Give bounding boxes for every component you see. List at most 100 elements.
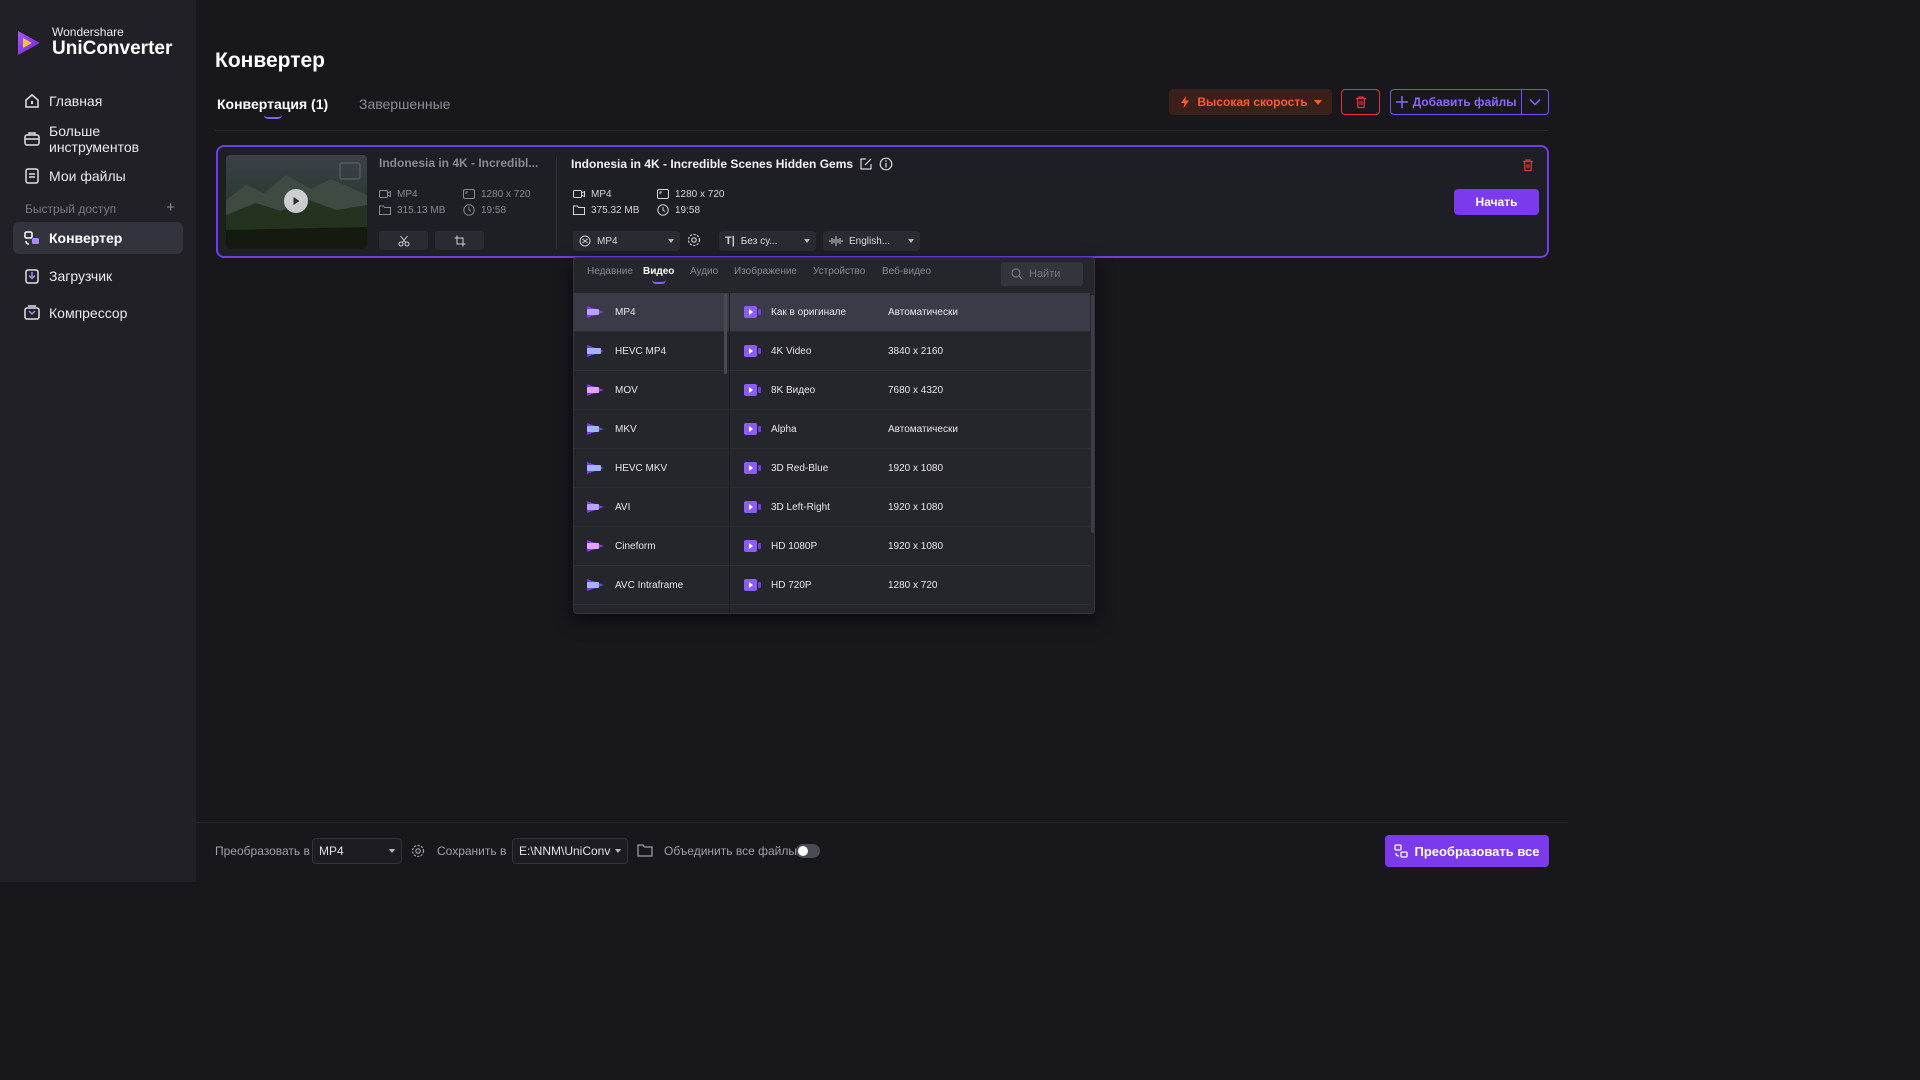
- trash-icon: [1355, 96, 1366, 109]
- output-resolution-value: 1280 x 720: [675, 188, 725, 200]
- output-file-name: Indonesia in 4K - Incredible Scenes Hidd…: [571, 157, 854, 171]
- format-item-mp4[interactable]: MP4: [574, 293, 729, 332]
- preset-resolution: 1920 x 1080: [888, 540, 944, 552]
- sidebar-item-compressor[interactable]: Компрессор: [13, 297, 183, 329]
- play-icon: [293, 197, 300, 205]
- format-tab-video[interactable]: Видео: [643, 266, 674, 277]
- start-button[interactable]: Начать: [1454, 189, 1539, 215]
- subtitle-select-value: Без су...: [740, 235, 778, 247]
- header-divider: [215, 130, 1548, 131]
- format-tab-device[interactable]: Устройство: [813, 266, 865, 277]
- delete-all-button[interactable]: [1341, 89, 1380, 115]
- tab-finished[interactable]: Завершенные: [359, 96, 450, 112]
- remove-file-button[interactable]: [1521, 158, 1535, 177]
- format-item-mov[interactable]: MOV: [574, 371, 729, 410]
- add-files-label: Добавить файлы: [1412, 95, 1517, 109]
- format-item-label: Cineform: [615, 540, 656, 552]
- sidebar-item-converter[interactable]: Конвертер: [13, 222, 183, 254]
- add-files-button[interactable]: Добавить файлы: [1391, 90, 1522, 114]
- preset-item[interactable]: 8K Видео 7680 x 4320: [730, 371, 1090, 410]
- preset-list-scrollbar[interactable]: [1091, 295, 1094, 533]
- output-duration: 19:58: [657, 204, 700, 216]
- save-to-value: E:\NNM\UniConve: [519, 844, 611, 858]
- file-card: Indonesia in 4K - Incredibl... MP4 1280 …: [216, 145, 1549, 258]
- format-item-avc-intraframe[interactable]: AVC Intraframe: [574, 566, 729, 605]
- preset-item[interactable]: 4K Video 3840 x 2160: [730, 332, 1090, 371]
- add-files-dropdown-button[interactable]: [1522, 90, 1548, 114]
- format-search-input[interactable]: Найти: [1001, 262, 1083, 286]
- audio-wave-icon: [829, 236, 843, 246]
- mov-format-icon: [587, 384, 604, 396]
- format-item-label: HEVC MKV: [615, 462, 668, 474]
- save-to-select[interactable]: E:\NNM\UniConve: [512, 838, 628, 864]
- preset-item[interactable]: Как в оригинале Автоматически: [730, 293, 1090, 332]
- output-size: 375.32 MB: [573, 204, 639, 216]
- preset-resolution: Автоматически: [888, 423, 958, 435]
- high-speed-button[interactable]: Высокая скорость: [1169, 89, 1332, 115]
- convert-to-select[interactable]: MP4: [312, 838, 402, 864]
- format-tab-audio[interactable]: Аудио: [690, 266, 718, 277]
- video-camera-icon: [573, 190, 585, 198]
- format-item-hevc-mkv[interactable]: HEVC MKV: [574, 449, 729, 488]
- sidebar-item-home[interactable]: Главная: [13, 85, 183, 117]
- video-preset-icon: [744, 540, 761, 552]
- format-tab-recent[interactable]: Недавние: [587, 266, 633, 277]
- home-icon: [25, 94, 39, 108]
- sidebar-item-label: Загрузчик: [49, 268, 113, 284]
- tab-converting[interactable]: Конвертация (1): [217, 96, 328, 112]
- open-folder-icon[interactable]: [637, 843, 653, 862]
- convert-all-button[interactable]: Преобразовать все: [1385, 835, 1549, 867]
- preset-item[interactable]: 3D Left-Right 1920 x 1080: [730, 488, 1090, 527]
- settings-gear-icon[interactable]: [687, 233, 701, 252]
- format-item-label: AVI: [615, 501, 631, 513]
- format-tab-image[interactable]: Изображение: [734, 266, 797, 277]
- sidebar-item-label: Главная: [49, 93, 103, 109]
- video-thumbnail[interactable]: [226, 155, 367, 249]
- audio-track-select[interactable]: English...: [823, 231, 920, 251]
- preset-item[interactable]: Alpha Автоматически: [730, 410, 1090, 449]
- avi-format-icon: [587, 501, 604, 513]
- merge-files-toggle[interactable]: [796, 844, 820, 858]
- play-button[interactable]: [284, 189, 308, 213]
- format-list-scrollbar[interactable]: [724, 294, 727, 374]
- main-area: Конвертер Конвертация (1) Завершенные Вы…: [196, 0, 1568, 882]
- preset-item[interactable]: 3D Red-Blue 1920 x 1080: [730, 449, 1090, 488]
- output-settings-icon[interactable]: [411, 844, 425, 863]
- toolbox-icon: [24, 132, 40, 146]
- preset-label: 3D Left-Right: [771, 501, 830, 513]
- info-icon[interactable]: [879, 157, 893, 171]
- trim-button[interactable]: [379, 231, 428, 250]
- format-item-avi[interactable]: AVI: [574, 488, 729, 527]
- format-item-hevc-mp4[interactable]: HEVC MP4: [574, 332, 729, 371]
- output-format-value: MP4: [591, 188, 612, 200]
- preset-item[interactable]: HD 1080P 1920 x 1080: [730, 527, 1090, 566]
- format-tab-web-video[interactable]: Веб-видео: [882, 266, 931, 277]
- sidebar-item-my-files[interactable]: Мои файлы: [13, 160, 183, 192]
- sidebar: Wondershare UniConverter Главная Больше …: [0, 0, 196, 882]
- chevron-down-icon: [1529, 98, 1541, 106]
- save-to-label: Сохранить в: [437, 844, 507, 858]
- subtitle-select[interactable]: T| Без су...: [719, 231, 816, 251]
- format-item-mkv[interactable]: MKV: [574, 410, 729, 449]
- video-preset-icon: [744, 501, 761, 513]
- output-resolution: 1280 x 720: [657, 188, 725, 200]
- crop-button[interactable]: [435, 231, 484, 250]
- format-item-label: MKV: [615, 423, 637, 435]
- sidebar-item-label: Конвертер: [49, 230, 123, 246]
- converter-icon: [1394, 844, 1409, 858]
- format-item-cineform[interactable]: Cineform: [574, 527, 729, 566]
- sidebar-item-downloader[interactable]: Загрузчик: [13, 260, 183, 292]
- quick-access-add-button[interactable]: +: [166, 200, 175, 216]
- sidebar-item-more-tools[interactable]: Больше инструментов: [13, 123, 183, 155]
- crop-icon: [454, 235, 465, 246]
- source-format: MP4: [379, 188, 418, 200]
- output-format-select-value: MP4: [597, 235, 618, 247]
- source-file-name: Indonesia in 4K - Incredibl...: [379, 156, 539, 170]
- source-resolution: 1280 x 720: [463, 188, 531, 200]
- format-item-label: HEVC MP4: [615, 345, 667, 357]
- merge-files-label: Объединить все файлы: [664, 844, 797, 858]
- preset-item[interactable]: HD 720P 1280 x 720: [730, 566, 1090, 605]
- format-list: MP4 HEVC MP4 MOV MKV HEVC MKV AVI Cinefo…: [574, 293, 729, 613]
- edit-icon[interactable]: [859, 157, 873, 171]
- output-format-select[interactable]: MP4: [573, 231, 680, 251]
